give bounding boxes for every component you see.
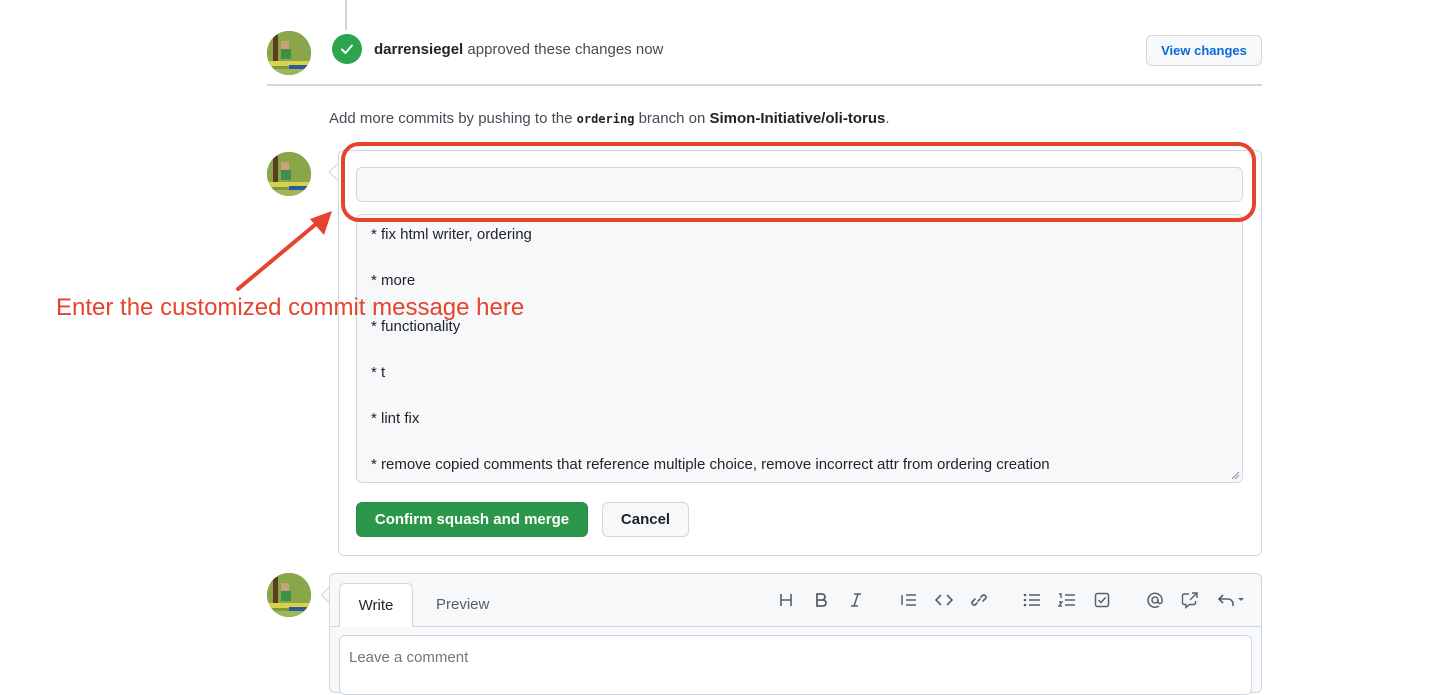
branch-note-suffix: . <box>885 110 890 127</box>
divider <box>267 84 1262 86</box>
branch-note: Add more commits by pushing to the order… <box>329 110 890 127</box>
branch-name: ordering <box>576 112 635 126</box>
unordered-list-icon[interactable] <box>1022 590 1042 610</box>
commit-message-textarea[interactable]: * fix html writer, ordering * more * fun… <box>356 214 1243 483</box>
italic-icon[interactable] <box>846 590 866 610</box>
reply-icon[interactable] <box>1216 590 1248 610</box>
timeline-line <box>345 0 347 30</box>
approved-check-icon <box>332 34 362 64</box>
tab-preview[interactable]: Preview <box>436 596 489 613</box>
task-list-icon[interactable] <box>1092 590 1112 610</box>
confirm-squash-merge-button[interactable]: Confirm squash and merge <box>356 502 588 537</box>
annotation-text: Enter the customized commit message here <box>56 294 525 321</box>
mention-icon[interactable] <box>1145 590 1165 610</box>
avatar[interactable] <box>267 573 311 617</box>
approver-username[interactable]: darrensiegel <box>374 41 463 58</box>
view-changes-button[interactable]: View changes <box>1146 35 1262 66</box>
code-icon[interactable] <box>934 590 954 610</box>
branch-note-prefix: Add more commits by pushing to the <box>329 110 573 127</box>
branch-note-middle: branch on <box>638 110 706 127</box>
commit-message-line: * t <box>371 364 386 381</box>
comment-textarea[interactable]: Leave a comment <box>339 635 1252 695</box>
commit-message-line: * functionality <box>371 318 461 335</box>
avatar[interactable] <box>267 152 311 196</box>
avatar[interactable] <box>267 31 311 75</box>
heading-icon[interactable] <box>776 590 796 610</box>
approval-text: approved these changes now <box>467 41 664 58</box>
ordered-list-icon[interactable] <box>1057 590 1077 610</box>
cancel-button[interactable]: Cancel <box>602 502 689 537</box>
quote-icon[interactable] <box>899 590 919 610</box>
tab-write[interactable]: Write <box>339 583 413 627</box>
link-icon[interactable] <box>969 590 989 610</box>
commit-message-line: * lint fix <box>371 410 420 427</box>
repo-name[interactable]: Simon-Initiative/oli-torus <box>709 110 885 127</box>
reference-icon[interactable] <box>1180 590 1200 610</box>
bold-icon[interactable] <box>811 590 831 610</box>
annotation-highlight-box <box>341 142 1256 222</box>
annotation-arrow-icon <box>236 211 332 291</box>
resize-grip-icon[interactable] <box>1231 471 1240 480</box>
commit-message-line: * remove copied comments that reference … <box>371 456 1050 473</box>
tab-divider <box>330 626 1261 627</box>
approval-message: darrensiegel approved these changes now <box>374 41 663 58</box>
commit-message-line: * fix html writer, ordering <box>371 226 532 243</box>
